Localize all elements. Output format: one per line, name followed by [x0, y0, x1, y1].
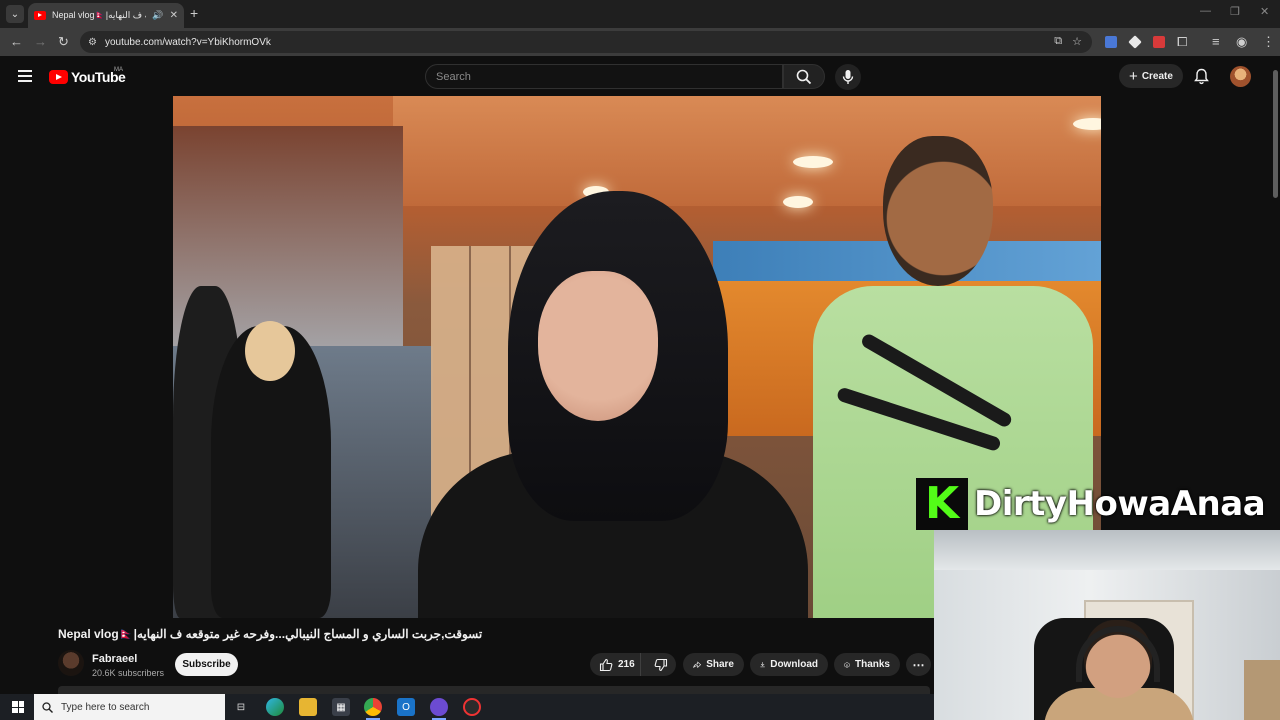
url-text: youtube.com/watch?v=YbiKhormOVk	[104, 36, 271, 48]
thanks-dollar-icon: $	[844, 661, 850, 668]
video-scene-woman	[418, 191, 808, 618]
youtube-favicon-icon	[34, 11, 46, 20]
download-button[interactable]: Download	[750, 653, 828, 676]
search-button[interactable]	[783, 64, 825, 89]
like-button[interactable]: 216	[590, 653, 642, 676]
notifications-bell-icon[interactable]	[1194, 68, 1209, 85]
share-arrow-icon	[693, 660, 702, 668]
edge-browser-icon[interactable]	[266, 698, 284, 716]
microsoft-store-icon[interactable]: ▦	[332, 698, 350, 716]
translate-extension-icon[interactable]	[1105, 36, 1117, 48]
chrome-browser-icon[interactable]	[364, 698, 382, 716]
like-dislike-group: 216	[590, 653, 676, 676]
close-window-icon[interactable]: ✕	[1260, 5, 1269, 18]
new-tab-icon[interactable]: +	[190, 5, 198, 21]
taskbar-search[interactable]	[34, 694, 225, 720]
video-info-area: Nepal vlog🇳🇵|تسوقت,جربت الساري و المساج …	[0, 618, 934, 694]
back-icon[interactable]: ←	[10, 34, 23, 49]
download-icon	[760, 662, 765, 668]
microphone-icon	[842, 70, 854, 84]
country-code: MA	[114, 67, 123, 73]
tab-search-icon[interactable]: ⌄	[6, 5, 24, 23]
maximize-icon[interactable]: ❐	[1230, 5, 1240, 18]
browser-tab-strip: ⌄ Nepal vlog🇳🇵|تسوقت,جربت الساري و المسا…	[0, 0, 1280, 28]
file-explorer-icon[interactable]	[299, 698, 317, 716]
video-title: Nepal vlog🇳🇵|تسوقت,جربت الساري و المساج …	[58, 627, 483, 641]
bookmark-star-icon[interactable]: ☆	[1072, 35, 1082, 48]
extensions-puzzle-icon[interactable]: ⧠	[1177, 34, 1187, 50]
create-label: Create	[1141, 70, 1173, 82]
search-input[interactable]	[436, 70, 782, 83]
browser-tab-active[interactable]: Nepal vlog🇳🇵|تسوقت,جربت الساري و المساج …	[28, 3, 184, 28]
streamer-overlay-banner: K DirtyHowaAnaa	[916, 478, 1280, 530]
like-count: 216	[618, 659, 635, 670]
search-icon	[796, 69, 812, 84]
description-box-edge[interactable]	[58, 686, 930, 694]
svg-text:$: $	[846, 663, 848, 667]
task-view-icon[interactable]: ⊟	[232, 698, 250, 716]
close-tab-icon[interactable]: ✕	[170, 10, 178, 21]
more-actions-icon[interactable]: ⋯	[906, 653, 931, 676]
address-bar[interactable]: ⚙ youtube.com/watch?v=YbiKhormOVk ⧉ ☆	[80, 31, 1092, 53]
windows-start-icon[interactable]	[12, 701, 24, 713]
taskbar-search-input[interactable]	[61, 701, 211, 713]
thumbs-up-icon	[599, 658, 613, 671]
plus-icon: +	[1129, 67, 1138, 85]
subscriber-count: 20.6K subscribers	[92, 668, 165, 678]
tab-title: Nepal vlog🇳🇵|تسوقت,جربت الساري و المساج …	[52, 10, 146, 20]
youtube-play-logo-icon	[49, 70, 68, 84]
thanks-button[interactable]: $ Thanks	[834, 653, 900, 676]
forward-icon[interactable]: →	[34, 34, 47, 49]
download-label: Download	[770, 659, 818, 670]
minimize-icon[interactable]: —	[1200, 5, 1211, 17]
screen: ⌄ Nepal vlog🇳🇵|تسوقت,جربت الساري و المسا…	[0, 0, 1280, 720]
extension-red-icon[interactable]	[1153, 36, 1165, 48]
windows-taskbar: ⊟ ▦ O	[0, 694, 934, 720]
reload-icon[interactable]: ↻	[58, 34, 69, 50]
channel-avatar[interactable]	[58, 650, 84, 676]
browser-menu-icon[interactable]: ⋮	[1262, 34, 1275, 50]
recording-app-icon[interactable]	[463, 698, 481, 716]
search-box[interactable]	[425, 64, 783, 89]
scrollbar-thumb[interactable]	[1273, 70, 1278, 198]
thanks-label: Thanks	[854, 659, 890, 670]
hamburger-menu-icon[interactable]	[18, 70, 32, 85]
cast-icon[interactable]: ⧉	[1054, 35, 1062, 48]
voice-search-button[interactable]	[835, 64, 861, 90]
speaker-icon[interactable]: 🔊	[152, 10, 163, 21]
extension-diamond-icon[interactable]	[1128, 35, 1142, 49]
outlook-icon[interactable]: O	[397, 698, 415, 716]
subscribe-button[interactable]: Subscribe	[175, 653, 238, 676]
webcam-door	[1244, 660, 1280, 720]
browser-toolbar: ← → ↻ ⚙ youtube.com/watch?v=YbiKhormOVk …	[0, 28, 1280, 56]
kick-logo-icon: K	[916, 478, 968, 530]
video-scene-person-head	[245, 321, 295, 381]
thumbs-down-icon	[654, 658, 668, 671]
profile-icon[interactable]: ◉	[1236, 34, 1247, 50]
dislike-button[interactable]	[646, 658, 676, 672]
kick-logo-letter: K	[924, 478, 960, 529]
webcam-overlay	[934, 530, 1280, 720]
account-avatar[interactable]	[1230, 66, 1251, 87]
obs-app-icon[interactable]	[430, 698, 448, 716]
reading-list-icon[interactable]: ≡	[1212, 34, 1220, 49]
create-button[interactable]: + Create	[1119, 64, 1183, 88]
channel-name[interactable]: Fabraeel	[92, 653, 137, 665]
streamer-name: DirtyHowaAnaa	[974, 484, 1266, 524]
youtube-header: YouTube MA + Create	[0, 56, 1280, 96]
share-button[interactable]: Share	[683, 653, 744, 676]
site-info-icon[interactable]: ⚙	[88, 37, 97, 48]
search-icon	[42, 701, 53, 713]
share-label: Share	[706, 659, 734, 670]
